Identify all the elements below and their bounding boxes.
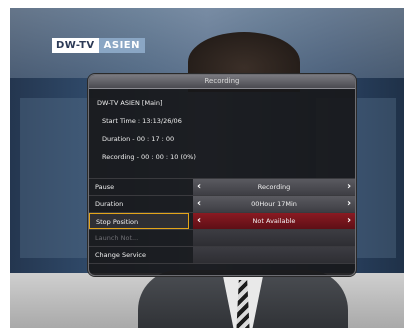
chevron-right-icon[interactable]: › xyxy=(343,179,355,195)
chevron-left-icon[interactable]: ‹ xyxy=(193,179,205,195)
duration-label: Duration xyxy=(95,200,124,208)
logo-brand: DW-TV xyxy=(52,38,99,53)
menu-row-disabled: Launch Not... xyxy=(89,229,355,246)
start-time: Start Time : 13:13/26/06 xyxy=(102,117,182,125)
dialog-title: Recording xyxy=(89,75,355,89)
recording-dialog: Recording DW-TV ASIEN [Main] Start Time … xyxy=(88,74,356,276)
tv-screen: DW-TV ASIEN Recording DW-TV ASIEN [Main]… xyxy=(10,8,404,328)
stop-position-label: Stop Position xyxy=(89,213,189,229)
duration-value: 00Hour 17Min xyxy=(251,200,297,208)
menu-row-stop-position[interactable]: Stop Position ‹ Not Available › xyxy=(89,212,355,229)
pause-value: Recording xyxy=(257,183,291,191)
change-service-value xyxy=(193,247,355,263)
chevron-right-icon[interactable]: › xyxy=(343,213,355,229)
menu-footer xyxy=(89,263,355,275)
stop-position-value-selector[interactable]: ‹ Not Available › xyxy=(193,213,355,229)
channel-logo: DW-TV ASIEN xyxy=(52,38,145,53)
chevron-right-icon[interactable]: › xyxy=(343,196,355,212)
logo-region: ASIEN xyxy=(98,38,145,53)
disabled-label: Launch Not... xyxy=(95,234,139,242)
disabled-value xyxy=(193,230,355,246)
pause-label: Pause xyxy=(95,183,115,191)
menu-row-change-service[interactable]: Change Service xyxy=(89,246,355,263)
chevron-left-icon[interactable]: ‹ xyxy=(193,213,205,229)
duration-value-selector[interactable]: ‹ 00Hour 17Min › xyxy=(193,196,355,212)
recording-progress: Recording - 00 : 00 : 10 (0%) xyxy=(102,153,196,161)
menu-row-duration[interactable]: Duration ‹ 00Hour 17Min › xyxy=(89,195,355,212)
menu-row-pause[interactable]: Pause ‹ Recording › xyxy=(89,178,355,195)
stop-position-value: Not Available xyxy=(252,217,296,225)
chevron-left-icon[interactable]: ‹ xyxy=(193,196,205,212)
recording-menu: Pause ‹ Recording › Duration ‹ 00Hour 17… xyxy=(89,178,355,275)
recording-info: DW-TV ASIEN [Main] Start Time : 13:13/26… xyxy=(89,89,355,166)
pause-value-selector[interactable]: ‹ Recording › xyxy=(193,179,355,195)
channel-name: DW-TV ASIEN [Main] xyxy=(97,99,163,107)
change-service-label: Change Service xyxy=(95,251,146,259)
duration-info: Duration - 00 : 17 : 00 xyxy=(102,135,175,143)
